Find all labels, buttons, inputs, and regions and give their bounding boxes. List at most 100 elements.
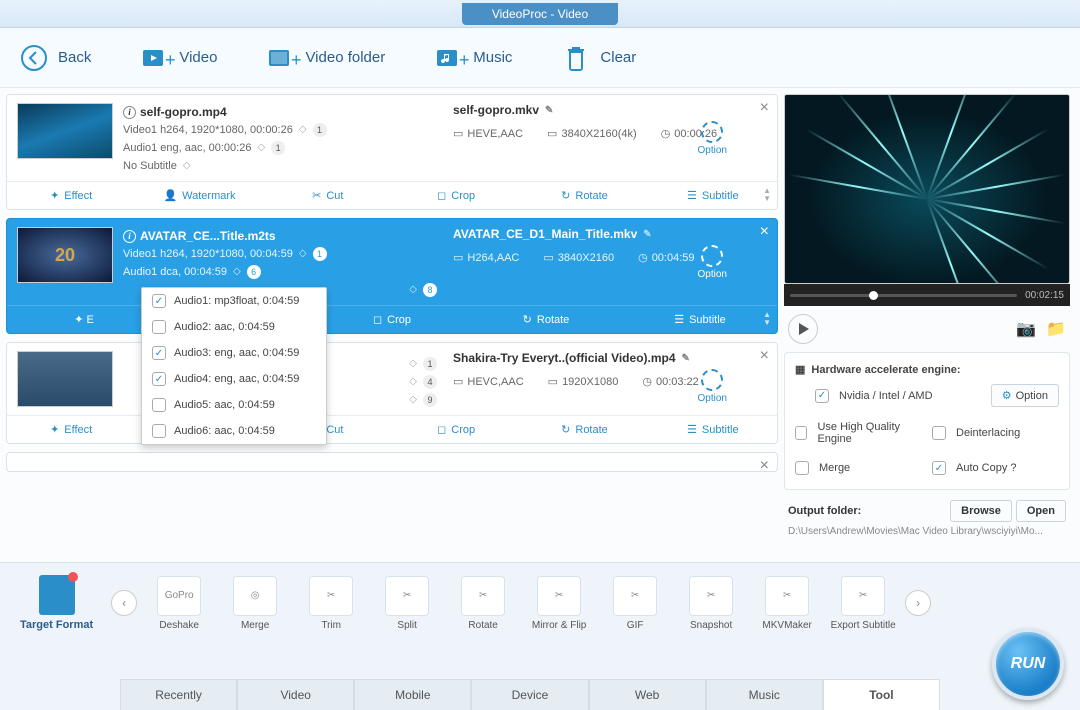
file-card[interactable]: × ◇1 ◇4 ◇9 Shakira-Try Everyt..(official… (6, 342, 778, 444)
tool-split[interactable]: ✂Split (373, 576, 441, 631)
checkbox-icon[interactable] (795, 461, 809, 475)
effect-button[interactable]: ✦ Effect (7, 416, 135, 443)
file-card[interactable]: × iself-gopro.mp4 Video1 h264, 1920*1080… (6, 94, 778, 210)
open-button[interactable]: Open (1016, 500, 1066, 522)
seek-knob[interactable] (869, 291, 878, 300)
edit-icon[interactable]: ✎ (682, 353, 690, 364)
crop-button[interactable]: ◻ Crop (392, 416, 520, 443)
audio-option[interactable]: ✓Audio1: mp3float, 0:04:59 (142, 288, 326, 314)
tool-snapshot[interactable]: ✂Snapshot (677, 576, 745, 631)
crop-button[interactable]: ◻ Crop (392, 182, 520, 209)
checkbox-icon[interactable] (795, 426, 807, 440)
checkbox-icon[interactable]: ✓ (152, 372, 166, 386)
watermark-button[interactable]: 👤 Watermark (135, 182, 263, 209)
audio-stream-info: Audio1 eng, aac, 00:00:26 (123, 139, 251, 157)
scroll-right-button[interactable]: › (905, 590, 931, 616)
clear-button[interactable]: Clear (562, 44, 636, 72)
svg-text:+: + (291, 50, 302, 70)
spinner-icon[interactable]: ◇ (299, 121, 307, 139)
effect-button[interactable]: ✦ E (7, 306, 161, 333)
hw-option-button[interactable]: ⚙Option (991, 384, 1059, 407)
crop-button[interactable]: ◻ Crop (315, 306, 469, 333)
audio-option[interactable]: ✓Audio4: eng, aac, 0:04:59 (142, 366, 326, 392)
info-icon[interactable]: i (123, 106, 136, 119)
output-duration: ◷ 00:03:22 (642, 375, 698, 388)
subtitle-info: No Subtitle (123, 157, 177, 175)
spinner-icon[interactable]: ◇ (183, 157, 191, 175)
tab-mobile[interactable]: Mobile (354, 679, 471, 710)
run-button[interactable]: RUN (992, 628, 1064, 700)
spinner-icon[interactable]: ◇ (257, 139, 265, 157)
subtitle-icon: ✂ (841, 576, 885, 616)
tab-device[interactable]: Device (471, 679, 588, 710)
checkbox-icon[interactable]: ✓ (932, 461, 946, 475)
target-format[interactable]: Target Format (20, 575, 93, 631)
file-card-selected[interactable]: × 20 iAVATAR_CE...Title.m2ts Video1 h264… (6, 218, 778, 334)
codec-option-button[interactable]: Option (698, 121, 727, 156)
checkbox-icon[interactable] (932, 426, 946, 440)
info-icon[interactable]: i (123, 230, 136, 243)
folder-icon: + (267, 44, 295, 72)
cut-button[interactable]: ✂ Cut (264, 182, 392, 209)
spinner-icon[interactable]: ◇ (299, 245, 307, 263)
play-button[interactable] (788, 314, 818, 344)
tool-export-subtitle[interactable]: ✂Export Subtitle (829, 576, 897, 631)
rotate-button[interactable]: ↻ Rotate (520, 182, 648, 209)
audio-track-dropdown[interactable]: ✓Audio1: mp3float, 0:04:59 Audio2: aac, … (141, 287, 327, 445)
tool-deshake[interactable]: GoProDeshake (145, 576, 213, 631)
video-preview[interactable] (784, 94, 1070, 284)
browse-button[interactable]: Browse (950, 500, 1012, 522)
scroll-left-button[interactable]: ‹ (111, 590, 137, 616)
add-folder-button[interactable]: + Video folder (267, 44, 385, 72)
edit-icon[interactable]: ✎ (643, 229, 651, 240)
tab-tool[interactable]: Tool (823, 679, 940, 710)
tab-video[interactable]: Video (237, 679, 354, 710)
tool-gif[interactable]: ✂GIF (601, 576, 669, 631)
edit-icon[interactable]: ✎ (545, 105, 553, 116)
chip-icon: ▦ (795, 363, 805, 376)
tab-recently[interactable]: Recently (120, 679, 237, 710)
audio-option[interactable]: Audio5: aac, 0:04:59 (142, 392, 326, 418)
tool-mirror[interactable]: ✂Mirror & Flip (525, 576, 593, 631)
snapshot-icon[interactable]: 📷 (1016, 319, 1036, 339)
tool-merge[interactable]: ◎Merge (221, 576, 289, 631)
spinner-icon[interactable]: ◇ (409, 373, 417, 391)
file-card-partial[interactable]: × (6, 452, 778, 472)
tool-trim[interactable]: ✂Trim (297, 576, 365, 631)
reorder-handle[interactable]: ▲▼ (763, 311, 771, 327)
add-music-button[interactable]: + Music (435, 44, 512, 72)
rotate-button[interactable]: ↻ Rotate (469, 306, 623, 333)
audio-option[interactable]: ✓Audio3: eng, aac, 0:04:59 (142, 340, 326, 366)
checkbox-icon[interactable] (152, 398, 166, 412)
audio-option[interactable]: Audio6: aac, 0:04:59 (142, 418, 326, 444)
checkbox-icon[interactable]: ✓ (815, 389, 829, 403)
rotate-button[interactable]: ↻ Rotate (520, 416, 648, 443)
preview-seekbar[interactable]: 00:02:15 (784, 284, 1070, 306)
tool-mkvmaker[interactable]: ✂MKVMaker (753, 576, 821, 631)
spinner-icon[interactable]: ◇ (409, 391, 417, 409)
close-icon[interactable]: × (760, 457, 769, 475)
back-button[interactable]: Back (20, 44, 91, 72)
add-video-button[interactable]: + Video (141, 44, 217, 72)
tab-web[interactable]: Web (589, 679, 706, 710)
reorder-handle[interactable]: ▲▼ (763, 187, 771, 203)
audio-option[interactable]: Audio2: aac, 0:04:59 (142, 314, 326, 340)
spinner-icon[interactable]: ◇ (409, 281, 417, 299)
spinner-icon[interactable]: ◇ (233, 263, 241, 281)
spinner-icon[interactable]: ◇ (409, 355, 417, 373)
checkbox-icon[interactable] (152, 320, 166, 334)
checkbox-icon[interactable] (152, 424, 166, 438)
checkbox-icon[interactable]: ✓ (152, 346, 166, 360)
subtitle-button[interactable]: ☰ Subtitle (623, 306, 777, 333)
codec-option-button[interactable]: Option (698, 245, 727, 280)
tab-music[interactable]: Music (706, 679, 823, 710)
subtitle-button[interactable]: ☰ Subtitle (649, 416, 777, 443)
codec-option-button[interactable]: Option (698, 369, 727, 404)
effect-button[interactable]: ✦ Effect (7, 182, 135, 209)
checkbox-icon[interactable]: ✓ (152, 294, 166, 308)
bottom-panel: Target Format ‹ GoProDeshake ◎Merge ✂Tri… (0, 562, 1080, 710)
subtitle-button[interactable]: ☰ Subtitle (649, 182, 777, 209)
tool-rotate[interactable]: ✂Rotate (449, 576, 517, 631)
folder-label: Video folder (305, 49, 385, 66)
open-folder-icon[interactable]: 📁 (1046, 319, 1066, 339)
